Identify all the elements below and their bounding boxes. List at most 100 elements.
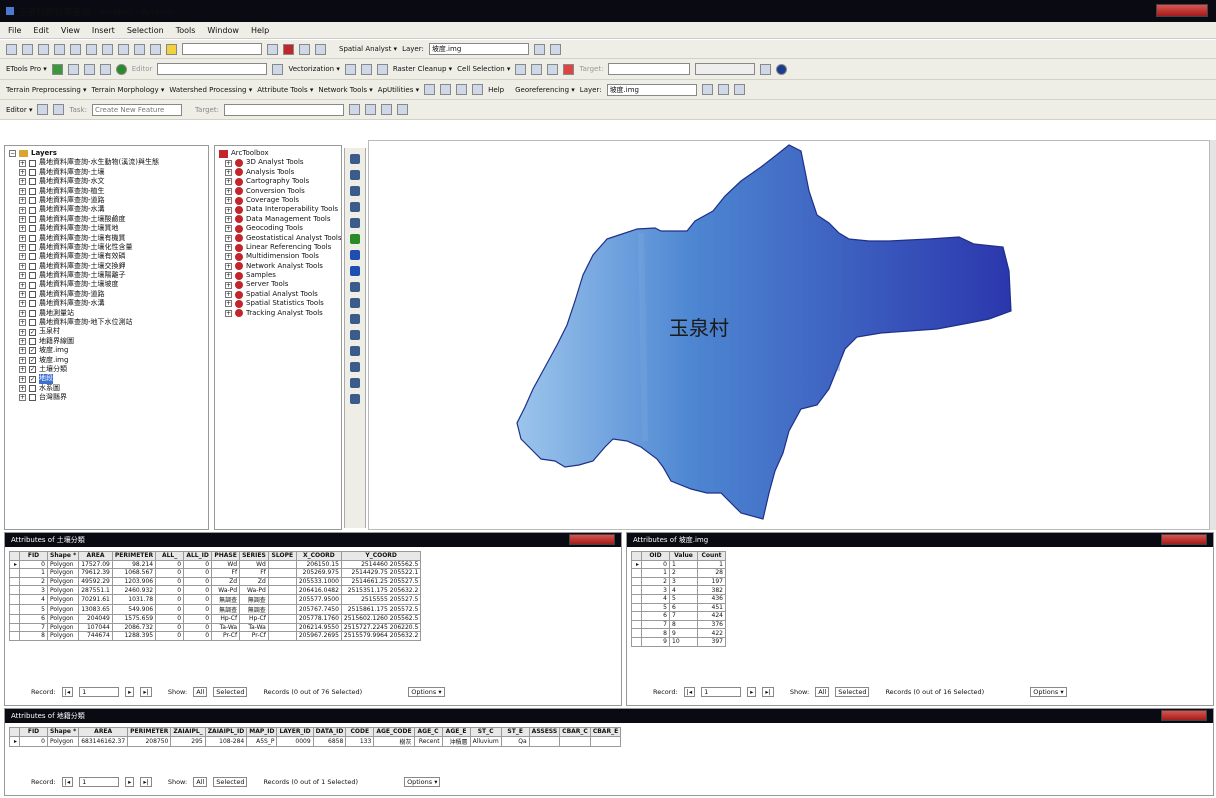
row-selector[interactable] (631, 619, 642, 630)
table-cell[interactable]: 0 (155, 593, 185, 605)
toc-layer[interactable]: + 水系圖 (9, 384, 204, 393)
expand-icon[interactable]: + (225, 272, 232, 280)
table-cell[interactable]: 3 (669, 576, 698, 587)
row-selector[interactable]: ▸ (631, 559, 642, 570)
table-cell[interactable] (267, 613, 297, 624)
table-cell[interactable]: 549.906 (111, 603, 157, 615)
raster-tool-icon[interactable] (344, 63, 356, 75)
record-input[interactable]: 1 (79, 777, 120, 787)
editor-toolbar-icon[interactable] (267, 43, 278, 55)
archydro-menu[interactable]: Attribute Tools ▾ (257, 86, 313, 94)
find-icon[interactable] (350, 346, 360, 356)
table-cell[interactable]: 0 (183, 593, 213, 605)
expand-icon[interactable]: + (225, 281, 232, 289)
table-cell[interactable]: 397 (697, 636, 726, 647)
table-cell[interactable]: 1 (669, 559, 698, 570)
table-cell[interactable]: 0 (183, 622, 213, 633)
expand-icon[interactable]: + (225, 244, 232, 252)
expand-icon[interactable]: + (19, 244, 26, 252)
table-cell[interactable]: 1288.395 (111, 631, 157, 641)
table-cell[interactable]: Wa-Pd (211, 585, 241, 595)
full-extent-icon[interactable] (350, 234, 360, 244)
edit-tool-icon[interactable] (67, 63, 79, 75)
row-selector[interactable] (631, 593, 642, 604)
table-cell[interactable]: 5 (641, 602, 670, 613)
table-cell[interactable]: 2 (641, 576, 670, 587)
table-cell[interactable]: 0 (155, 613, 185, 624)
row-selector[interactable] (631, 568, 642, 578)
table-row[interactable]: ▸ 0 1 1 (631, 559, 726, 570)
options-button[interactable]: Options ▾ (408, 687, 445, 697)
table-cell[interactable]: 7 (669, 611, 698, 621)
expand-icon[interactable]: + (19, 215, 26, 223)
expand-icon[interactable]: + (225, 187, 232, 195)
toolbox-item[interactable]: + Multidimension Tools (219, 252, 337, 261)
checkbox-icon[interactable] (29, 178, 36, 186)
table-cell[interactable]: 8 (641, 628, 670, 638)
table-cell[interactable]: 206416.0482 (295, 585, 342, 595)
table-cell[interactable]: Hp-Cf (239, 613, 269, 624)
editor-dropdown[interactable] (157, 63, 268, 75)
archydro-menu[interactable]: Watershed Processing ▾ (169, 86, 252, 94)
column-header[interactable]: FID (19, 727, 48, 737)
menu-item[interactable]: Window (207, 26, 239, 35)
table-cell[interactable]: 98.214 (111, 559, 157, 570)
table-row[interactable]: 8 Polygon 744674 1288.395 0 0 Pr-Cf Pr-Cf 205967… (9, 631, 422, 641)
expand-icon[interactable]: + (19, 281, 26, 289)
toolbox-item[interactable]: + Analysis Tools (219, 168, 337, 177)
row-selector[interactable] (9, 585, 20, 595)
column-header[interactable]: Shape * (46, 551, 80, 561)
expand-icon[interactable]: + (19, 309, 26, 317)
table-cell[interactable] (528, 735, 561, 747)
table-cell[interactable]: 205577.9500 (295, 593, 342, 605)
histogram-icon[interactable] (533, 43, 545, 55)
table-cell[interactable]: 2 (669, 568, 698, 578)
table-cell[interactable]: 9 (669, 628, 698, 638)
map-view[interactable]: 玉泉村 (368, 140, 1210, 530)
table-cell[interactable]: 2514661.25 205527.5 (340, 576, 422, 587)
table-cell[interactable]: 0 (183, 559, 213, 570)
checkbox-icon[interactable] (29, 394, 36, 402)
table-cell[interactable]: 2515351.175 205632.2 (340, 585, 422, 595)
toc-layer[interactable]: + 農地資料庫查詢-土壤交換鉀 (9, 262, 204, 271)
column-header[interactable]: Y_COORD (340, 551, 422, 561)
checkbox-icon[interactable] (29, 384, 36, 392)
rotate-icon[interactable] (364, 104, 376, 115)
toc-root[interactable]: − Layers (9, 149, 204, 158)
expand-icon[interactable]: + (19, 197, 26, 205)
menu-item[interactable]: Edit (33, 26, 49, 35)
table-row[interactable]: 3 Polygon 287551.1 2460.932 0 0 Wa-Pd Wa-Pd 2064… (9, 585, 422, 595)
red-pin-icon[interactable] (563, 63, 575, 75)
identify-icon[interactable] (350, 330, 360, 340)
archydro-menu[interactable]: Terrain Preprocessing ▾ (6, 86, 87, 94)
table-cell[interactable]: 2514460 205562.5 (340, 559, 422, 570)
table-cell[interactable]: 1 (697, 559, 726, 570)
sketch-properties-icon[interactable] (396, 104, 408, 115)
table-cell[interactable]: Pr-Cf (211, 631, 241, 641)
table-cell[interactable]: 0 (155, 631, 185, 641)
checkbox-icon[interactable] (29, 319, 36, 327)
checked-checkbox-icon[interactable]: ✓ (29, 366, 36, 374)
table-cell[interactable]: Polygon (46, 585, 80, 595)
row-selector[interactable] (9, 603, 20, 615)
zoom-out-icon[interactable] (350, 170, 360, 180)
table-cell[interactable]: 無調查 (211, 593, 241, 605)
window-controls[interactable] (1156, 4, 1208, 17)
measure-icon[interactable] (350, 362, 360, 372)
table-cell[interactable]: Alluvium (469, 735, 502, 747)
table-cell[interactable]: 17527.09 (78, 559, 113, 570)
point-icon[interactable] (440, 84, 452, 95)
table-cell[interactable]: 0 (183, 613, 213, 624)
expand-icon[interactable]: + (225, 300, 232, 308)
table-cell[interactable]: 208750 (127, 735, 172, 747)
table-cell[interactable] (267, 593, 297, 605)
table-row[interactable]: 6 7 424 (631, 611, 726, 621)
clear-selection-icon[interactable] (350, 298, 360, 308)
table-cell[interactable]: 8 (19, 631, 48, 641)
table-cell[interactable]: 422 (697, 628, 726, 638)
table-cell[interactable]: Polygon (46, 735, 80, 747)
expand-icon[interactable]: + (225, 253, 232, 261)
table-cell[interactable]: 205778.1760 (295, 613, 342, 624)
raster-cleanup-menu[interactable]: Raster Cleanup ▾ (393, 65, 452, 73)
toc-layer[interactable]: + ✓ 地段 (9, 374, 204, 384)
